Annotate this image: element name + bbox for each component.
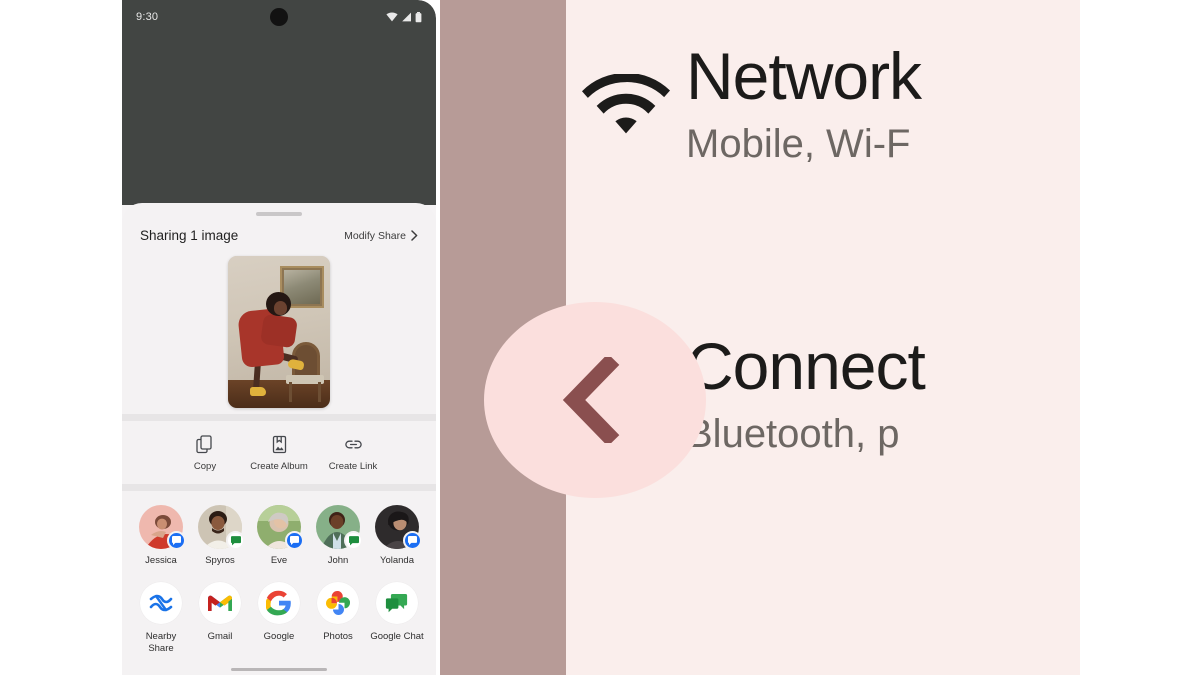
google-chat-badge bbox=[344, 531, 363, 550]
contact-yolanda[interactable]: Yolanda bbox=[368, 505, 427, 566]
shared-image-thumbnail[interactable] bbox=[228, 255, 330, 408]
settings-title-network: Network bbox=[686, 39, 922, 113]
front-camera-punch-hole bbox=[270, 8, 288, 26]
status-bar-clock: 9:30 bbox=[136, 11, 159, 23]
modify-share-button[interactable]: Modify Share bbox=[344, 230, 418, 242]
contact-name: Eve bbox=[270, 555, 288, 566]
google-icon bbox=[266, 590, 291, 616]
chevron-right-icon bbox=[411, 230, 418, 241]
cellular-signal-icon bbox=[402, 12, 411, 22]
google-chat-badge bbox=[226, 531, 245, 550]
phone-screen: 9:30 Sharing 1 image Modify Share Copy C… bbox=[122, 0, 436, 675]
status-bar: 9:30 bbox=[122, 0, 436, 34]
settings-row-network[interactable]: Network Mobile, Wi-F bbox=[566, 40, 1080, 167]
share-sheet: Sharing 1 image Modify Share Copy Create… bbox=[122, 203, 436, 675]
contact-name: Yolanda bbox=[380, 555, 414, 566]
messages-app-badge bbox=[403, 531, 422, 550]
google-chat-icon bbox=[385, 594, 408, 613]
share-actions-row: Copy Create Album Create Link bbox=[122, 421, 436, 484]
app-gmail[interactable]: Gmail bbox=[191, 582, 250, 655]
action-create-link[interactable]: Create Link bbox=[316, 435, 390, 472]
action-create-link-label: Create Link bbox=[328, 461, 378, 472]
app-label: Photos bbox=[323, 631, 353, 642]
app-label: Google Chat bbox=[370, 631, 424, 642]
message-bubble-icon bbox=[407, 536, 417, 545]
sheet-divider bbox=[122, 414, 436, 421]
chat-bubble-icon bbox=[348, 535, 359, 545]
action-create-album-label: Create Album bbox=[250, 461, 308, 472]
battery-icon bbox=[415, 11, 422, 22]
share-target-apps-row: Nearby Share Gmail Google Photos Google … bbox=[122, 570, 436, 655]
wifi-icon bbox=[386, 12, 398, 22]
share-sheet-header: Sharing 1 image Modify Share bbox=[138, 216, 420, 243]
app-google[interactable]: Google bbox=[250, 582, 309, 655]
contact-jessica[interactable]: Jessica bbox=[132, 505, 191, 566]
status-bar-icons bbox=[386, 11, 422, 23]
contact-name: Jessica bbox=[145, 555, 177, 566]
app-photos[interactable]: Photos bbox=[309, 582, 368, 655]
contact-name: Spyros bbox=[205, 555, 235, 566]
action-create-album[interactable]: Create Album bbox=[242, 435, 316, 472]
copy-icon bbox=[195, 435, 212, 454]
app-nearby-share[interactable]: Nearby Share bbox=[132, 582, 191, 655]
settings-text-network: Network Mobile, Wi-F bbox=[686, 39, 922, 167]
album-icon bbox=[272, 435, 286, 454]
nearby-share-icon bbox=[149, 594, 173, 612]
sharing-count-label: Sharing 1 image bbox=[140, 228, 239, 243]
app-label: Nearby Share bbox=[145, 631, 177, 654]
back-gesture-indicator[interactable] bbox=[484, 302, 706, 498]
link-icon bbox=[344, 440, 362, 449]
direct-share-contacts-row: Jessica Spyros Eve John Yolanda bbox=[122, 491, 436, 570]
messages-app-badge bbox=[285, 531, 304, 550]
message-bubble-icon bbox=[171, 536, 181, 545]
google-photos-icon bbox=[326, 591, 350, 615]
wifi-icon bbox=[566, 40, 686, 140]
message-bubble-icon bbox=[289, 536, 299, 545]
chat-bubble-icon bbox=[230, 535, 241, 545]
shared-image-preview-area bbox=[138, 249, 420, 414]
sheet-divider-2 bbox=[122, 484, 436, 491]
settings-subtitle-connected-devices: Bluetooth, p bbox=[686, 412, 900, 457]
settings-subtitle-network: Mobile, Wi-F bbox=[686, 122, 911, 167]
modify-share-label: Modify Share bbox=[344, 229, 406, 242]
app-label: Google bbox=[263, 631, 295, 642]
settings-title-connected-devices: Connect bbox=[686, 329, 926, 403]
contact-eve[interactable]: Eve bbox=[250, 505, 309, 566]
back-chevron-icon bbox=[562, 357, 620, 443]
action-copy[interactable]: Copy bbox=[168, 435, 242, 472]
settings-text-connected-devices: Connect Bluetooth, p bbox=[686, 329, 926, 457]
gmail-icon bbox=[208, 595, 232, 611]
messages-app-badge bbox=[167, 531, 186, 550]
contact-spyros[interactable]: Spyros bbox=[191, 505, 250, 566]
app-google-chat[interactable]: Google Chat bbox=[368, 582, 427, 655]
action-copy-label: Copy bbox=[193, 461, 217, 472]
share-preview-card: Sharing 1 image Modify Share bbox=[122, 216, 436, 414]
gesture-home-bar[interactable] bbox=[231, 667, 327, 671]
contact-name: John bbox=[327, 555, 349, 566]
contact-john[interactable]: John bbox=[309, 505, 368, 566]
app-label: Gmail bbox=[207, 631, 233, 642]
